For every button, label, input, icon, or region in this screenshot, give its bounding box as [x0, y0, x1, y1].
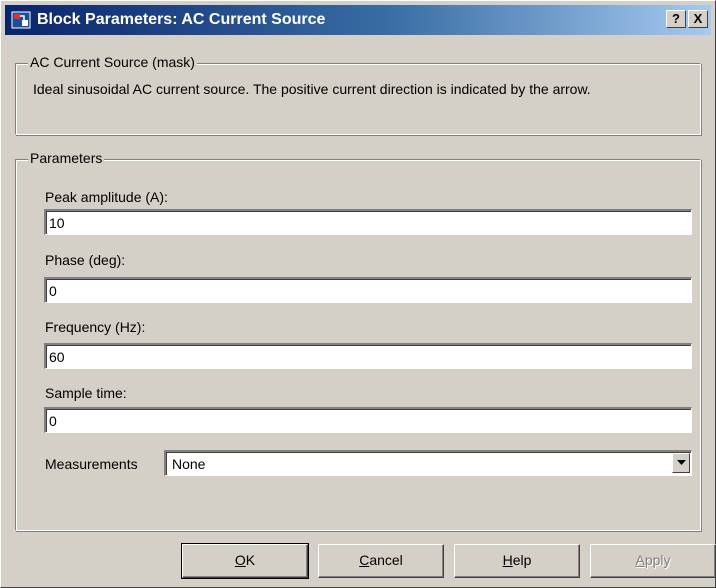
measurements-selected-value: None [172, 456, 206, 472]
frequency-label: Frequency (Hz): [45, 319, 146, 335]
cancel-label-rest: ancel [369, 552, 403, 568]
cancel-button[interactable]: Cancel [318, 544, 444, 578]
cancel-mnemonic: C [359, 552, 370, 568]
measurements-label: Measurements [45, 456, 138, 472]
measurements-dropdown-button[interactable] [672, 453, 690, 473]
ok-mnemonic: O [234, 552, 246, 568]
sample-time-field[interactable]: 0 [44, 407, 692, 433]
ok-label-rest: K [245, 552, 256, 568]
chevron-down-icon [677, 460, 686, 465]
close-title-button[interactable]: X [688, 10, 708, 28]
apply-mnemonic: A [635, 552, 645, 568]
peak-amplitude-label: Peak amplitude (A): [45, 189, 168, 205]
help-title-button[interactable]: ? [666, 10, 686, 28]
peak-amplitude-field[interactable]: 10 [44, 209, 692, 235]
help-button[interactable]: Help [454, 544, 580, 578]
mask-description-text: Ideal sinusoidal AC current source. The … [33, 81, 591, 97]
phase-field[interactable]: 0 [44, 277, 692, 303]
mask-group-legend: AC Current Source (mask) [28, 54, 197, 70]
mask-description-group: AC Current Source (mask) Ideal sinusoida… [15, 54, 701, 135]
parameters-group-legend: Parameters [28, 150, 105, 166]
window-title: Block Parameters: AC Current Source [37, 11, 326, 28]
phase-label: Phase (deg): [45, 252, 126, 268]
parameters-group: Parameters Peak amplitude (A): 10 Phase … [15, 150, 701, 531]
sample-time-label: Sample time: [45, 385, 127, 401]
simulink-block-icon [11, 10, 31, 30]
measurements-select[interactable]: None [164, 450, 692, 476]
apply-label-rest: pply [644, 552, 671, 568]
frequency-field[interactable]: 60 [44, 343, 692, 369]
apply-button[interactable]: Apply [590, 544, 716, 578]
title-bar[interactable]: Block Parameters: AC Current Source ? X [5, 5, 711, 35]
help-mnemonic: H [502, 552, 513, 568]
dialog-window: Block Parameters: AC Current Source ? X … [0, 0, 716, 588]
help-label-rest: elp [512, 552, 532, 568]
ok-button[interactable]: OK [181, 543, 309, 579]
